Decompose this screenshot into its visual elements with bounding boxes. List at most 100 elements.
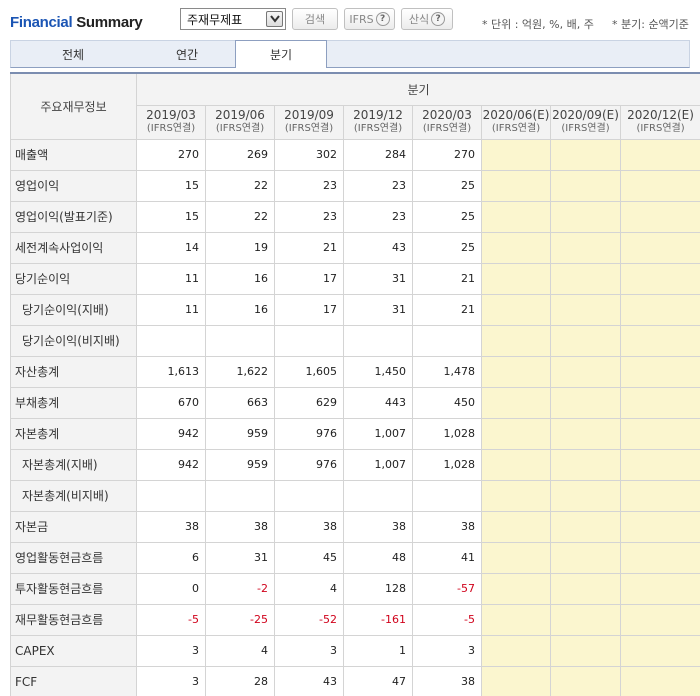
value-cell: 38 bbox=[343, 510, 413, 543]
period-tab-bar: 전체 연간 분기 bbox=[10, 40, 690, 68]
statement-type-value: 주재무제표 bbox=[187, 13, 243, 27]
estimate-cell bbox=[619, 355, 700, 388]
row-label: 자본총계(비지배) bbox=[10, 479, 137, 512]
table-row: 자본총계(비지배) bbox=[10, 479, 700, 512]
table-row: 투자활동현금흐름 0 -2 4 128 -57 bbox=[10, 572, 700, 605]
value-cell bbox=[343, 479, 413, 512]
value-cell: 3 bbox=[412, 634, 482, 667]
column-period: 2019/12 bbox=[353, 108, 403, 122]
estimate-cell bbox=[619, 510, 700, 543]
quarter-group-header: 분기 bbox=[135, 72, 700, 106]
value-cell: 11 bbox=[136, 293, 206, 326]
question-icon: ? bbox=[431, 12, 446, 26]
value-cell: 31 bbox=[343, 293, 413, 326]
column-header: 2019/06 (IFRS연결) bbox=[205, 104, 275, 140]
table-corner-header: 주요재무정보 bbox=[10, 72, 137, 140]
value-cell: 15 bbox=[136, 200, 206, 233]
value-cell: 23 bbox=[343, 200, 413, 233]
estimate-cell bbox=[481, 572, 551, 605]
table-row: 당기순이익(비지배) bbox=[10, 324, 700, 357]
value-cell: 21 bbox=[274, 231, 344, 264]
estimate-cell bbox=[619, 231, 700, 264]
formula-help-button[interactable]: 산식 ? bbox=[401, 8, 453, 30]
column-basis: (IFRS연결) bbox=[215, 123, 265, 134]
table-row: 자산총계 1,613 1,622 1,605 1,450 1,478 bbox=[10, 355, 700, 388]
value-cell: 443 bbox=[343, 386, 413, 419]
estimate-cell bbox=[481, 324, 551, 357]
row-label: 당기순이익(지배) bbox=[10, 293, 137, 326]
estimate-cell bbox=[481, 200, 551, 233]
value-cell bbox=[205, 324, 275, 357]
column-basis: (IFRS연결) bbox=[284, 123, 334, 134]
value-cell: -5 bbox=[412, 603, 482, 636]
estimate-cell bbox=[481, 665, 551, 696]
value-cell: 38 bbox=[274, 510, 344, 543]
tab-all[interactable]: 전체 bbox=[27, 41, 119, 68]
column-period: 2020/06(E) bbox=[482, 108, 550, 122]
row-label: 영업이익 bbox=[10, 169, 137, 202]
value-cell: 1,028 bbox=[412, 417, 482, 450]
table-row: 세전계속사업이익 14 19 21 43 25 bbox=[10, 231, 700, 264]
value-cell: 38 bbox=[412, 510, 482, 543]
financial-summary-table: 주요재무정보 분기 2019/03 (IFRS연결) 2019/06 (IFRS연결)… bbox=[10, 72, 700, 696]
table-row: 자본총계 942 959 976 1,007 1,028 bbox=[10, 417, 700, 450]
value-cell: 663 bbox=[205, 386, 275, 419]
column-basis: (IFRS연결) bbox=[636, 123, 685, 134]
column-basis: (IFRS연결) bbox=[422, 123, 472, 134]
estimate-cell bbox=[481, 355, 551, 388]
value-cell: 17 bbox=[274, 293, 344, 326]
value-cell: 17 bbox=[274, 262, 344, 295]
estimate-cell bbox=[550, 355, 621, 388]
value-cell bbox=[136, 479, 206, 512]
value-cell: -57 bbox=[412, 572, 482, 605]
column-header: 2019/09 (IFRS연결) bbox=[274, 104, 344, 140]
estimate-cell bbox=[550, 603, 621, 636]
value-cell: 43 bbox=[274, 665, 344, 696]
estimate-cell bbox=[619, 572, 700, 605]
value-cell: 21 bbox=[412, 262, 482, 295]
value-cell: 3 bbox=[274, 634, 344, 667]
search-button-label: 검색 bbox=[304, 13, 326, 26]
value-cell: 942 bbox=[136, 417, 206, 450]
estimate-cell bbox=[550, 324, 621, 357]
estimate-cell bbox=[619, 479, 700, 512]
value-cell: 942 bbox=[136, 448, 206, 481]
table-row: 부채총계 670 663 629 443 450 bbox=[10, 386, 700, 419]
value-cell: 23 bbox=[274, 169, 344, 202]
value-cell: 976 bbox=[274, 448, 344, 481]
table-row: 당기순이익 11 16 17 31 21 bbox=[10, 262, 700, 295]
estimate-cell bbox=[481, 634, 551, 667]
value-cell: 43 bbox=[343, 231, 413, 264]
table-row: 매출액 270 269 302 284 270 bbox=[10, 138, 700, 171]
estimate-cell bbox=[550, 138, 621, 171]
estimate-cell bbox=[550, 262, 621, 295]
row-label: 세전계속사업이익 bbox=[10, 231, 137, 264]
tab-quarterly[interactable]: 분기 bbox=[235, 40, 327, 68]
value-cell: 6 bbox=[136, 541, 206, 574]
table-row: 당기순이익(지배) 11 16 17 31 21 bbox=[10, 293, 700, 326]
ifrs-help-button[interactable]: IFRS ? bbox=[344, 8, 395, 30]
statement-type-select[interactable]: 주재무제표 bbox=[180, 8, 286, 30]
estimate-cell bbox=[481, 510, 551, 543]
value-cell: -161 bbox=[343, 603, 413, 636]
value-cell: 270 bbox=[412, 138, 482, 171]
row-label: 투자활동현금흐름 bbox=[10, 572, 137, 605]
value-cell: 1,007 bbox=[343, 448, 413, 481]
table-row: 재무활동현금흐름 -5 -25 -52 -161 -5 bbox=[10, 603, 700, 636]
estimate-cell bbox=[481, 293, 551, 326]
column-basis: (IFRS연결) bbox=[353, 123, 403, 134]
search-button[interactable]: 검색 bbox=[292, 8, 338, 30]
chevron-down-icon[interactable] bbox=[266, 11, 283, 27]
estimate-cell bbox=[481, 417, 551, 450]
row-label: 재무활동현금흐름 bbox=[10, 603, 137, 636]
estimate-cell bbox=[550, 665, 621, 696]
estimate-cell bbox=[481, 448, 551, 481]
column-header: 2019/03 (IFRS연결) bbox=[136, 104, 206, 140]
tab-annual[interactable]: 연간 bbox=[141, 41, 233, 68]
value-cell: 22 bbox=[205, 169, 275, 202]
value-cell: 670 bbox=[136, 386, 206, 419]
value-cell: 22 bbox=[205, 200, 275, 233]
unit-note: * 단위 : 억원, %, 배, 주 bbox=[482, 18, 594, 31]
column-header: 2020/12(E) (IFRS연결) bbox=[619, 104, 700, 140]
estimate-cell bbox=[550, 417, 621, 450]
